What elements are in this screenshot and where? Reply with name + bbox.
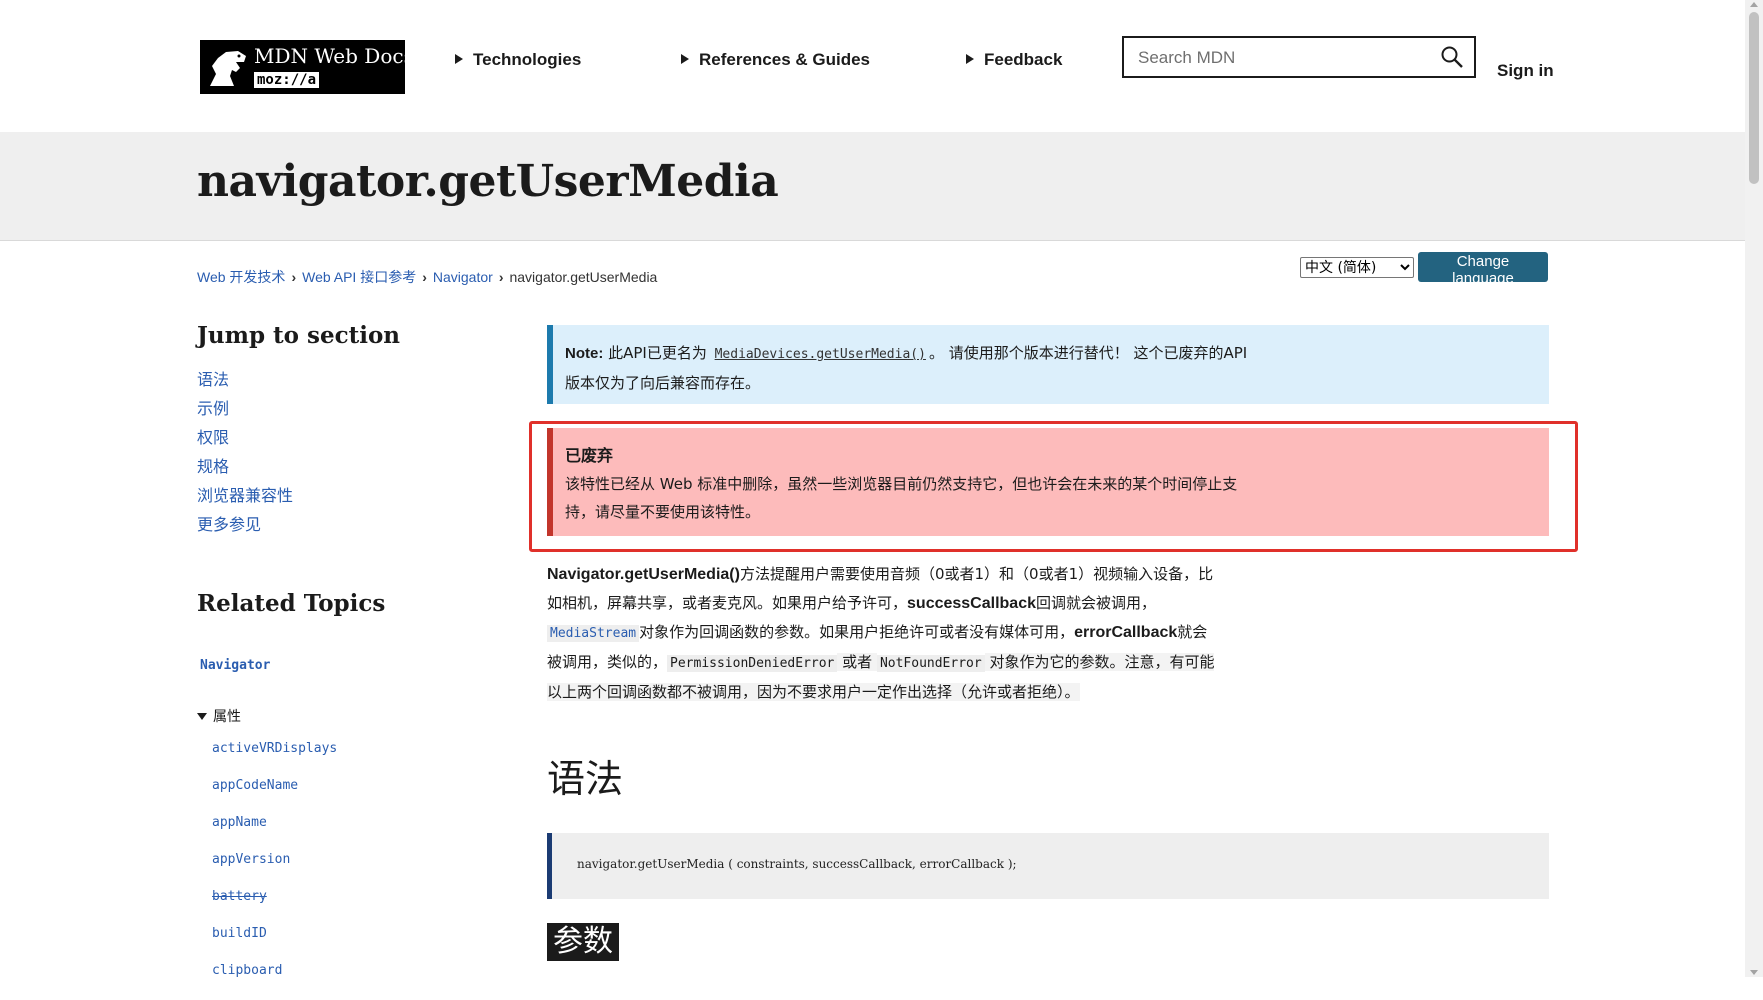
method-name: Navigator.getUserMedia() bbox=[547, 566, 740, 583]
page-title: navigator.getUserMedia bbox=[197, 156, 779, 207]
jump-link[interactable]: 更多参见 bbox=[197, 515, 261, 534]
property-item: clipboard bbox=[212, 963, 337, 1000]
properties-label: 属性 bbox=[213, 709, 241, 725]
nav-label: References & Guides bbox=[699, 50, 871, 69]
jump-link[interactable]: 浏览器兼容性 bbox=[197, 486, 293, 505]
jump-list: 语法 示例 权限 规格 浏览器兼容性 更多参见 bbox=[197, 366, 293, 540]
jump-item-specs: 规格 bbox=[197, 453, 293, 482]
jump-link[interactable]: 示例 bbox=[197, 399, 229, 418]
scroll-down-arrow-icon[interactable] bbox=[1750, 970, 1758, 975]
breadcrumb: Web 开发技术 › Web API 接口参考 › Navigator › navigato… bbox=[197, 267, 657, 287]
note-callout: Note: 此API已更名为 MediaDevices.getUserMedia… bbox=[547, 325, 1549, 404]
related-topics-heading: Related Topics bbox=[197, 590, 386, 617]
property-item: buildID bbox=[212, 926, 337, 963]
search-input[interactable] bbox=[1136, 46, 1430, 70]
property-item: appVersion bbox=[212, 852, 337, 889]
caret-right-icon bbox=[966, 54, 974, 64]
note-text-part: 此API已更名为 bbox=[603, 344, 712, 362]
property-link[interactable]: battery bbox=[212, 889, 267, 904]
language-select[interactable]: 中文 (简体) bbox=[1300, 257, 1414, 278]
syntax-code: navigator.getUserMedia ( constraints, su… bbox=[577, 857, 1017, 871]
change-language-button[interactable]: Change language bbox=[1418, 252, 1548, 287]
jump-item-examples: 示例 bbox=[197, 395, 293, 424]
scroll-up-arrow-icon[interactable] bbox=[1750, 2, 1758, 7]
search-box bbox=[1122, 36, 1476, 78]
property-item-deprecated: battery bbox=[212, 889, 337, 926]
property-item: activeVRDisplays bbox=[212, 741, 337, 778]
note-text: Note: 此API已更名为 MediaDevices.getUserMedia… bbox=[565, 339, 1255, 397]
page-scrollbar[interactable] bbox=[1745, 0, 1763, 977]
related-navigator-link[interactable]: Navigator bbox=[200, 658, 270, 673]
jump-link[interactable]: 规格 bbox=[197, 457, 229, 476]
error-callback-name: errorCallback bbox=[1074, 624, 1178, 641]
property-item: appCodeName bbox=[212, 778, 337, 815]
caret-right-icon bbox=[681, 54, 689, 64]
desc-text: 或者 bbox=[837, 653, 877, 671]
jump-item-see-also: 更多参见 bbox=[197, 511, 293, 540]
mediadevices-link[interactable]: MediaDevices.getUserMedia() bbox=[712, 344, 929, 362]
syntax-heading: 语法 bbox=[547, 757, 624, 801]
breadcrumb-web-tech[interactable]: Web 开发技术 bbox=[197, 269, 285, 285]
logo-title: MDN Web Docs bbox=[254, 44, 414, 68]
highlight-annotation-box bbox=[529, 421, 1578, 552]
mdn-logo[interactable]: MDN Web Docs moz://a bbox=[200, 40, 414, 94]
caret-down-icon bbox=[197, 713, 207, 720]
properties-list: activeVRDisplays appCodeName appName app… bbox=[212, 741, 337, 1000]
logo-subtitle: moz://a bbox=[254, 72, 320, 88]
chevron-right-icon: › bbox=[291, 269, 297, 285]
nav-references-guides[interactable]: References & Guides bbox=[681, 50, 870, 70]
sign-in-link[interactable]: Sign in bbox=[1497, 61, 1554, 81]
desc-text: 对象作为回调函数的参数。如果用户拒绝许可或者没有媒体可用， bbox=[639, 623, 1075, 641]
jump-item-syntax: 语法 bbox=[197, 366, 293, 395]
properties-toggle[interactable]: 属性 bbox=[197, 706, 241, 726]
note-label: Note: bbox=[565, 345, 604, 362]
property-link[interactable]: appVersion bbox=[212, 852, 290, 867]
scrollbar-thumb[interactable] bbox=[1749, 12, 1759, 184]
nav-technologies[interactable]: Technologies bbox=[455, 50, 581, 70]
permission-denied-code: PermissionDeniedError bbox=[667, 655, 838, 672]
nav-label: Technologies bbox=[473, 50, 582, 69]
nav-label: Feedback bbox=[984, 50, 1063, 69]
mediastream-code: MediaStream bbox=[547, 625, 640, 642]
search-icon[interactable] bbox=[1440, 45, 1464, 69]
caret-right-icon bbox=[455, 54, 463, 64]
title-band: navigator.getUserMedia bbox=[0, 132, 1745, 241]
not-found-code: NotFoundError bbox=[876, 655, 985, 672]
mediastream-link[interactable]: MediaStream bbox=[547, 623, 640, 642]
site-header: MDN Web Docs moz://a Technologies Refere… bbox=[0, 0, 1745, 133]
chevron-right-icon: › bbox=[422, 269, 427, 285]
syntax-code-block: navigator.getUserMedia ( constraints, su… bbox=[547, 833, 1549, 899]
jump-link[interactable]: 权限 bbox=[197, 428, 229, 447]
jump-to-section-heading: Jump to section bbox=[197, 322, 401, 349]
jump-link[interactable]: 语法 bbox=[197, 370, 229, 389]
breadcrumb-web-api[interactable]: Web API 接口参考 bbox=[302, 269, 416, 285]
description-paragraph: Navigator.getUserMedia()方法提醒用户需要使用音频（0或者… bbox=[547, 560, 1217, 706]
jump-item-permissions: 权限 bbox=[197, 424, 293, 453]
dinosaur-icon bbox=[210, 51, 246, 86]
property-link[interactable]: appCodeName bbox=[212, 778, 298, 793]
desc-text: 回调就会被调用， bbox=[1036, 594, 1157, 612]
breadcrumb-current: navigator.getUserMedia bbox=[509, 269, 658, 285]
breadcrumb-navigator[interactable]: Navigator bbox=[433, 269, 493, 285]
chevron-right-icon: › bbox=[498, 269, 504, 285]
property-link[interactable]: activeVRDisplays bbox=[212, 741, 337, 756]
mediadevices-code: MediaDevices.getUserMedia() bbox=[714, 347, 926, 362]
nav-feedback[interactable]: Feedback bbox=[966, 50, 1062, 70]
property-link[interactable]: appName bbox=[212, 815, 267, 830]
property-link[interactable]: clipboard bbox=[212, 963, 282, 978]
property-item: appName bbox=[212, 815, 337, 852]
success-callback-name: successCallback bbox=[907, 595, 1036, 612]
property-link[interactable]: buildID bbox=[212, 926, 267, 941]
parameters-heading: 参数 bbox=[547, 923, 619, 961]
jump-item-compat: 浏览器兼容性 bbox=[197, 482, 293, 511]
